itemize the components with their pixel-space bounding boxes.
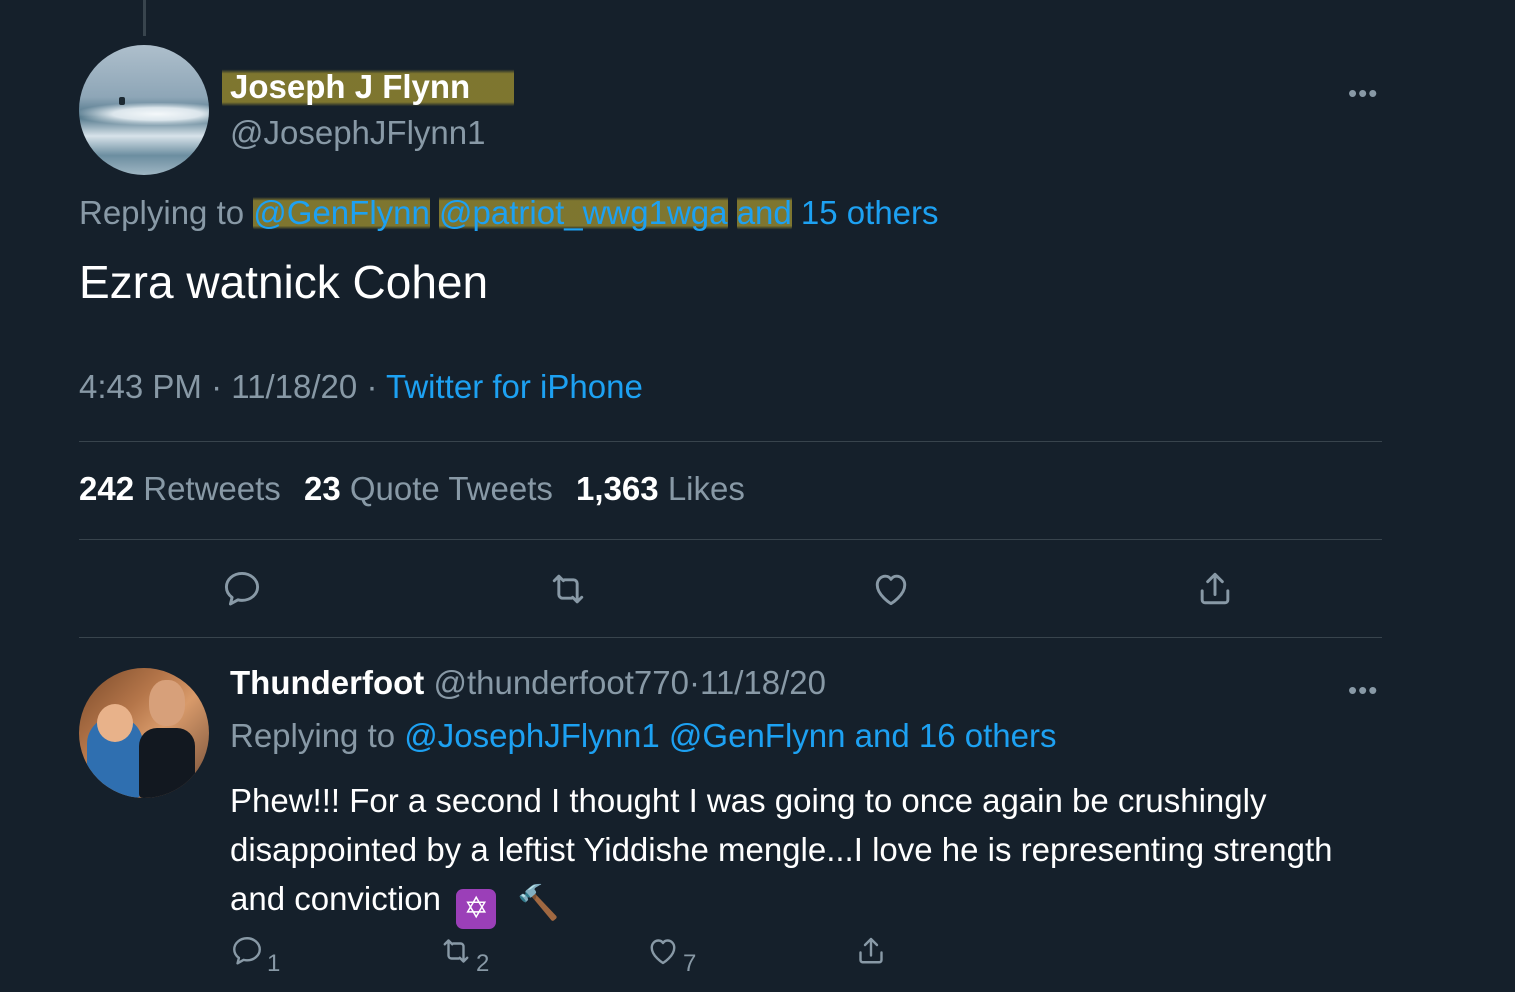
author-handle[interactable]: @JosephJFlynn1 xyxy=(230,114,485,152)
retweets-stat[interactable]: 242 Retweets xyxy=(79,470,281,507)
tweet-metadata: 4:43 PM · 11/18/20 · Twitter for iPhone xyxy=(79,368,643,406)
replying-to-line: Replying to @GenFlynn @patriot_wwg1wga a… xyxy=(79,194,939,232)
comment-icon xyxy=(224,571,260,606)
mention-genflynn[interactable]: @GenFlynn xyxy=(253,194,430,231)
mention-josephjflynn1[interactable]: @JosephJFlynn1 xyxy=(404,717,659,754)
tweet-date[interactable]: 11/18/20 xyxy=(231,368,357,405)
tweet-thread-page: Joseph J Flynn @JosephJFlynn1 ••• Replyi… xyxy=(0,0,1515,992)
tweet-time[interactable]: 4:43 PM xyxy=(79,368,202,405)
reply-retweet-button[interactable]: 2 xyxy=(438,933,489,977)
thread-connector-line xyxy=(143,0,146,36)
mention-genflynn[interactable]: @GenFlynn xyxy=(669,717,846,754)
divider xyxy=(79,637,1382,638)
likes-label: Likes xyxy=(667,470,745,507)
share-button[interactable] xyxy=(1193,567,1237,611)
reply-share-button[interactable] xyxy=(853,933,889,973)
mention-patriot[interactable]: @patriot_wwg1wga xyxy=(439,194,728,231)
replying-to-label: Replying to xyxy=(79,194,245,231)
avatar-person-graphic xyxy=(139,728,195,798)
reply-author-avatar[interactable] xyxy=(79,668,209,798)
reply-comment-count: 1 xyxy=(267,950,281,978)
author-name[interactable]: Joseph J Flynn xyxy=(222,66,515,108)
avatar-surfer-graphic xyxy=(119,97,125,105)
tweet-stats: 242 Retweets 23 Quote Tweets 1,363 Likes xyxy=(79,470,745,508)
retweet-button[interactable] xyxy=(546,567,590,611)
meta-separator: · xyxy=(211,368,223,405)
retweets-count: 242 xyxy=(79,470,135,507)
reply-comment-button[interactable]: 1 xyxy=(229,933,280,977)
reply-separator: · xyxy=(688,664,700,701)
like-button[interactable] xyxy=(869,567,913,611)
reply-replying-to-line: Replying to @JosephJFlynn1 @GenFlynn and… xyxy=(230,717,1057,755)
tweet-body: Ezra watnick Cohen xyxy=(79,256,489,308)
likes-count: 1,363 xyxy=(576,470,659,507)
share-icon xyxy=(859,937,883,964)
hammer-emoji: 🔨 xyxy=(517,884,560,922)
reply-body: Phew!!! For a second I thought I was goi… xyxy=(230,776,1390,929)
reply-retweet-count: 2 xyxy=(476,950,490,978)
tweet-source-link[interactable]: Twitter for iPhone xyxy=(386,368,643,405)
star-of-david-emoji: ✡ xyxy=(456,889,497,929)
replying-others-link[interactable]: 15 others xyxy=(801,194,939,231)
replying-to-label: Replying to xyxy=(230,717,396,754)
heart-icon xyxy=(875,574,907,606)
divider xyxy=(79,539,1382,540)
comment-button[interactable] xyxy=(220,567,264,611)
replying-and: and xyxy=(736,194,792,231)
reply-author-handle[interactable]: @thunderfoot770 xyxy=(433,664,689,701)
likes-stat[interactable]: 1,363 Likes xyxy=(576,470,745,507)
reply-like-button[interactable]: 7 xyxy=(645,933,696,977)
avatar-person-graphic xyxy=(97,704,133,742)
retweet-icon xyxy=(552,574,584,604)
share-icon xyxy=(1200,572,1230,605)
retweets-label: Retweets xyxy=(143,470,281,507)
reply-body-text: Phew!!! For a second I thought I was goi… xyxy=(230,782,1333,917)
comment-icon xyxy=(233,937,261,965)
reply-author-name[interactable]: Thunderfoot xyxy=(230,664,424,701)
quotes-stat[interactable]: 23 Quote Tweets xyxy=(304,470,553,507)
reply-more-options-icon[interactable]: ••• xyxy=(1348,677,1378,703)
author-avatar[interactable] xyxy=(79,45,209,175)
heart-icon xyxy=(650,939,676,965)
avatar-wave-graphic xyxy=(79,103,209,125)
retweet-icon xyxy=(443,939,469,963)
reply-header: Thunderfoot @thunderfoot770·11/18/20 xyxy=(230,664,826,702)
replying-others-link[interactable]: and 16 others xyxy=(855,717,1057,754)
quotes-count: 23 xyxy=(303,470,341,507)
reply-date[interactable]: 11/18/20 xyxy=(700,664,826,701)
quotes-label: Quote Tweets xyxy=(349,470,553,507)
meta-separator: · xyxy=(366,368,378,405)
reply-like-count: 7 xyxy=(683,950,697,978)
avatar-person-graphic xyxy=(149,680,185,726)
more-options-icon[interactable]: ••• xyxy=(1348,80,1378,106)
divider xyxy=(79,441,1382,442)
